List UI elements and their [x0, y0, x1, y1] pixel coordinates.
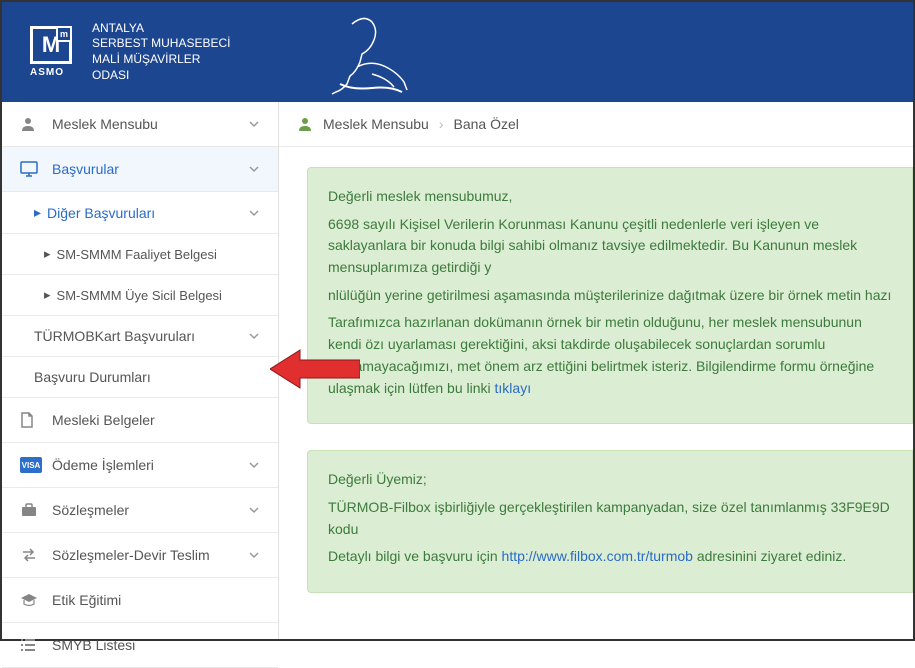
sidebar-item-label: Mesleki Belgeler	[52, 412, 155, 428]
info-panel-kvkk: Değerli meslek mensubumuz, 6698 sayılı K…	[307, 167, 913, 424]
sidebar-item-label: Meslek Mensubu	[52, 116, 158, 132]
logo-block: Mm ASMO ANTALYA SERBEST MUHASEBECİ MALİ …	[30, 21, 230, 83]
user-icon	[20, 116, 42, 132]
info-link[interactable]: tıklayı	[495, 380, 532, 396]
transfer-icon	[20, 547, 42, 563]
chevron-down-icon	[248, 207, 260, 219]
chevron-down-icon	[248, 330, 260, 342]
sidebar-item-label: Başvurular	[52, 161, 119, 177]
sidebar-item-meslek-mensubu[interactable]: Meslek Mensubu	[2, 102, 278, 147]
sidebar-item-basvurular[interactable]: Başvurular	[2, 147, 278, 192]
bullet-icon: ▸	[44, 246, 51, 262]
sidebar-item-label: Sözleşmeler-Devir Teslim	[52, 547, 210, 563]
filbox-link[interactable]: http://www.filbox.com.tr/turmob	[502, 548, 693, 564]
sidebar-subitem-basvuru-durumlari[interactable]: Başvuru Durumları	[2, 357, 278, 398]
sidebar-subitem-diger-basvurulari[interactable]: ▸ Diğer Başvuruları	[2, 192, 278, 234]
sidebar-item-mesleki-belgeler[interactable]: Mesleki Belgeler	[2, 398, 278, 443]
sidebar-item-label: SMYB Listesi	[52, 637, 135, 653]
sidebar-item-label: TÜRMOBKart Başvuruları	[34, 328, 195, 344]
panel-text: 6698 sayılı Kişisel Verilerin Korunması …	[328, 214, 892, 279]
chevron-down-icon	[248, 118, 260, 130]
chevron-right-icon: ›	[439, 116, 444, 132]
sidebar-item-label: Ödeme İşlemleri	[52, 457, 154, 473]
sidebar-item-odeme-islemleri[interactable]: VISA Ödeme İşlemleri	[2, 443, 278, 488]
sidebar-item-label: SM-SMMM Üye Sicil Belgesi	[57, 288, 222, 303]
callout-arrow-icon	[270, 346, 360, 392]
file-icon	[20, 412, 42, 428]
sidebar-item-sozlesmeler-devir[interactable]: Sözleşmeler-Devir Teslim	[2, 533, 278, 578]
sidebar-item-label: Başvuru Durumları	[34, 369, 151, 385]
sidebar-item-label: Diğer Başvuruları	[47, 205, 155, 221]
user-icon	[297, 116, 313, 132]
sidebar-item-label: SM-SMMM Faaliyet Belgesi	[57, 247, 217, 262]
panel-greeting: Değerli Üyemiz;	[328, 469, 892, 491]
org-name: ANTALYA SERBEST MUHASEBECİ MALİ MÜŞAVİRL…	[92, 21, 230, 83]
panel-text: Tarafımızca hazırlanan dokümanın örnek b…	[328, 312, 892, 399]
sidebar-item-smyb-listesi[interactable]: SMYB Listesi	[2, 623, 278, 668]
sidebar-item-label: Sözleşmeler	[52, 502, 129, 518]
app-header: Mm ASMO ANTALYA SERBEST MUHASEBECİ MALİ …	[2, 2, 913, 102]
graduation-icon	[20, 593, 42, 607]
sidebar-subitem-turmobkart[interactable]: TÜRMOBKart Başvuruları	[2, 316, 278, 357]
sidebar-item-label: Etik Eğitimi	[52, 592, 121, 608]
sidebar: Meslek Mensubu Başvurular ▸ Diğer Başvur…	[2, 102, 279, 639]
logo-icon: Mm ASMO	[30, 26, 82, 78]
briefcase-icon	[20, 502, 42, 518]
breadcrumb-item[interactable]: Meslek Mensubu	[323, 116, 429, 132]
panel-text: Detaylı bilgi ve başvuru için http://www…	[328, 546, 892, 568]
breadcrumb-item: Bana Özel	[454, 116, 519, 132]
chevron-down-icon	[248, 504, 260, 516]
bullet-icon: ▸	[44, 287, 51, 303]
ataturk-image	[312, 12, 412, 97]
sidebar-item-etik-egitimi[interactable]: Etik Eğitimi	[2, 578, 278, 623]
chevron-down-icon	[248, 549, 260, 561]
panel-greeting: Değerli meslek mensubumuz,	[328, 186, 892, 208]
list-icon	[20, 638, 42, 652]
info-panel-filbox: Değerli Üyemiz; TÜRMOB-Filbox işbirliğiy…	[307, 450, 913, 593]
breadcrumb: Meslek Mensubu › Bana Özel	[279, 102, 913, 147]
sidebar-link-faaliyet-belgesi[interactable]: ▸ SM-SMMM Faaliyet Belgesi	[2, 234, 278, 275]
bullet-icon: ▸	[34, 204, 41, 221]
chevron-down-icon	[248, 459, 260, 471]
content-area: Meslek Mensubu › Bana Özel Değerli mesle…	[279, 102, 913, 639]
monitor-icon	[20, 161, 42, 177]
panel-text: nlülüğün yerine getirilmesi aşamasında m…	[328, 285, 892, 307]
visa-icon: VISA	[20, 457, 42, 473]
sidebar-item-sozlesmeler[interactable]: Sözleşmeler	[2, 488, 278, 533]
chevron-down-icon	[248, 163, 260, 175]
sidebar-link-uye-sicil-belgesi[interactable]: ▸ SM-SMMM Üye Sicil Belgesi	[2, 275, 278, 316]
panel-text: TÜRMOB-Filbox işbirliğiyle gerçekleştiri…	[328, 497, 892, 540]
